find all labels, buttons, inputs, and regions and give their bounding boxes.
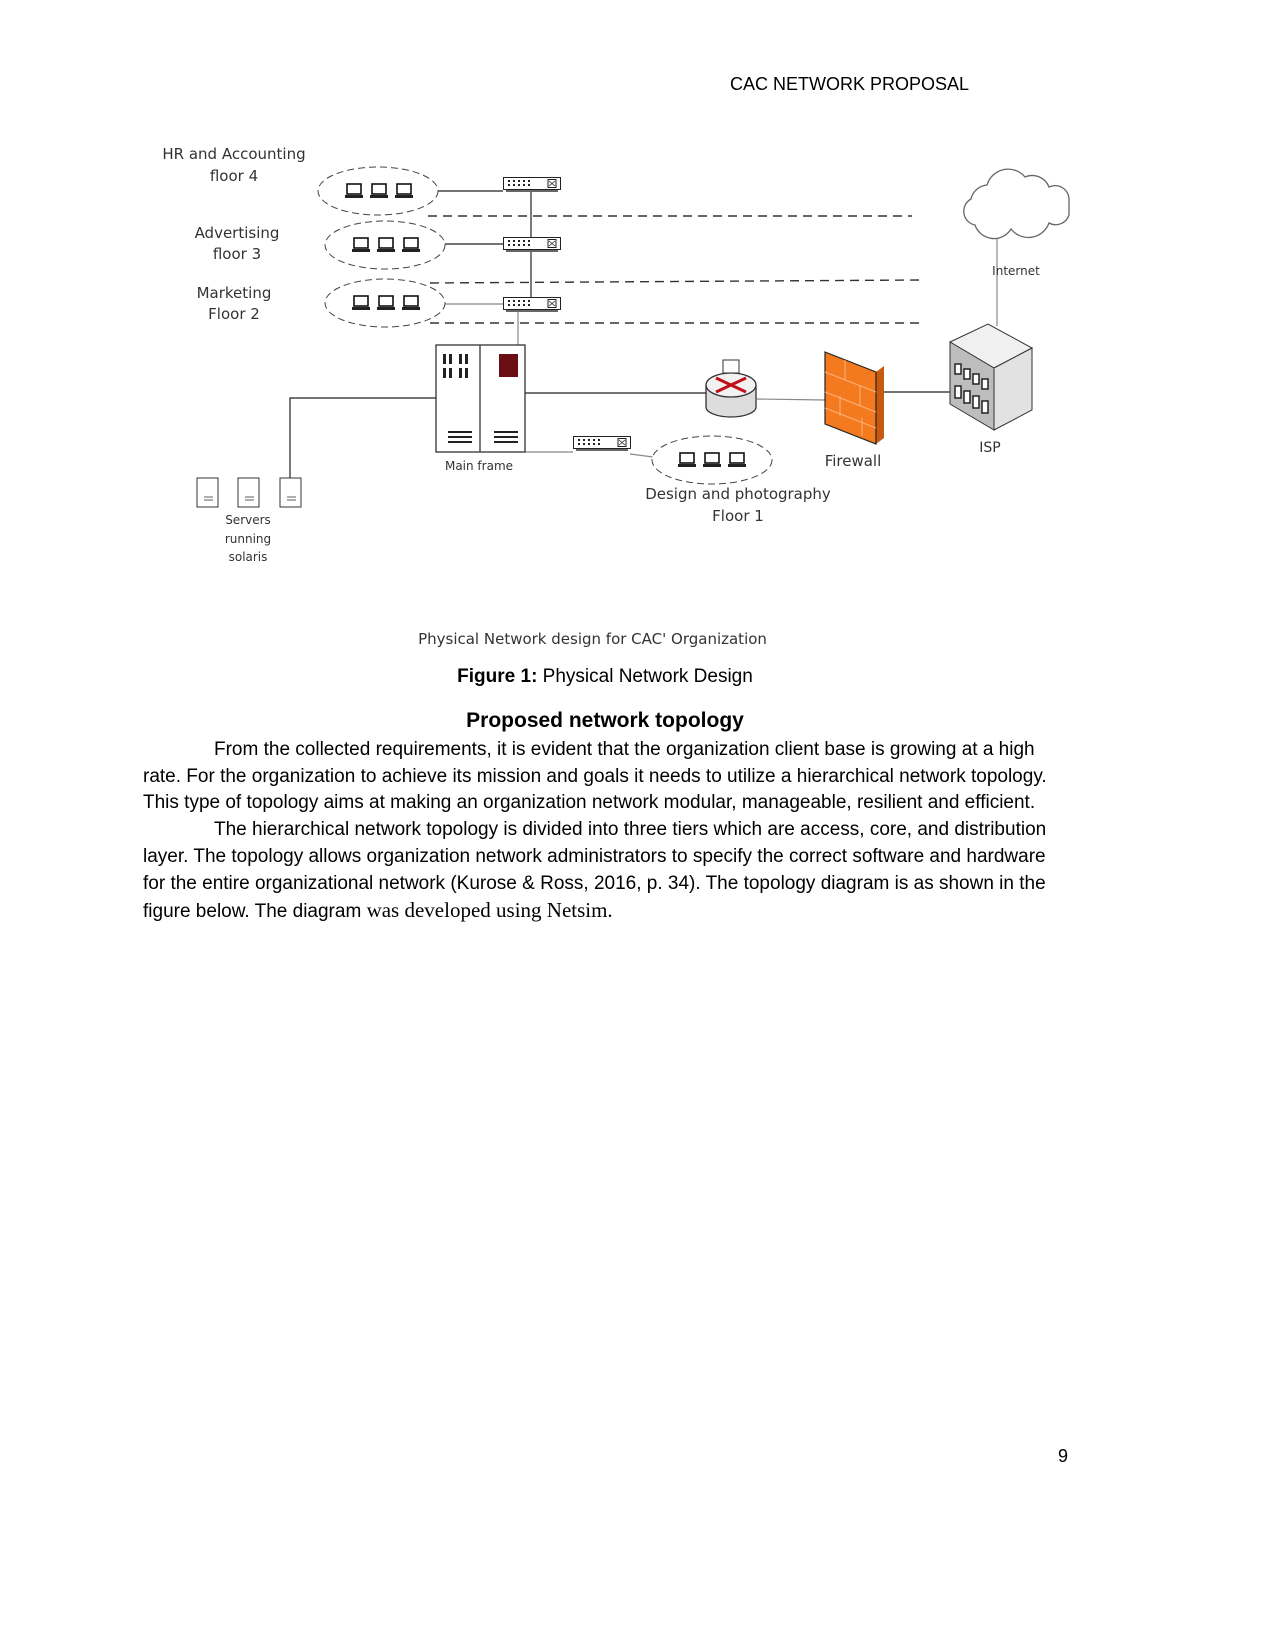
figure-label: Figure 1: — [457, 666, 538, 687]
label-isp: ISP — [979, 440, 1000, 456]
switch-floor-3 — [503, 237, 561, 253]
servers-icon — [196, 477, 302, 508]
switch-floor-1 — [573, 436, 631, 452]
floor-1-group — [573, 435, 773, 485]
floor-separators — [428, 215, 921, 324]
label-marketing: Marketing — [197, 284, 272, 302]
floor-2-group — [324, 278, 561, 328]
label-hr-accounting: HR and Accounting — [162, 145, 305, 163]
label-firewall: Firewall — [825, 452, 882, 470]
firewall-icon — [824, 351, 884, 445]
label-internet: Internet — [992, 264, 1040, 278]
section-body: From the collected requirements, it is e… — [143, 737, 1068, 926]
label-advertising: Advertising — [195, 224, 280, 242]
label-advertising-floor: floor 3 — [213, 245, 261, 263]
network-diagram: HR and Accounting floor 4 Advertising fl… — [162, 145, 1070, 564]
page-number: 9 — [1058, 1446, 1069, 1466]
label-servers-solaris: solaris — [229, 550, 268, 564]
paragraph-tail: was developed using Netsim. — [366, 898, 613, 923]
figure-caption: Figure 1: Physical Network Design — [0, 666, 1210, 688]
label-mainframe: Main frame — [445, 459, 513, 473]
paragraph: The hierarchical network topology is div… — [143, 817, 1068, 926]
internet-cloud-icon — [963, 168, 1070, 240]
section-heading: Proposed network topology — [466, 709, 744, 732]
label-servers: Servers — [225, 513, 271, 527]
router-icon — [705, 359, 757, 418]
label-hr-floor: floor 4 — [210, 167, 258, 185]
switch-floor-4 — [503, 177, 561, 193]
mainframe-icon — [435, 344, 526, 453]
switch-floor-2 — [503, 297, 561, 313]
label-marketing-floor: Floor 2 — [208, 305, 260, 323]
paragraph: From the collected requirements, it is e… — [143, 739, 1047, 814]
diagram-caption: Physical Network design for CAC' Organiz… — [418, 630, 767, 648]
isp-building-icon — [948, 323, 1034, 431]
figure-title: Physical Network Design — [537, 666, 753, 687]
label-design-photography: Design and photography — [645, 485, 831, 503]
label-servers-running: running — [225, 532, 271, 546]
floor-3-group — [324, 220, 561, 270]
label-design-floor: Floor 1 — [712, 507, 764, 525]
